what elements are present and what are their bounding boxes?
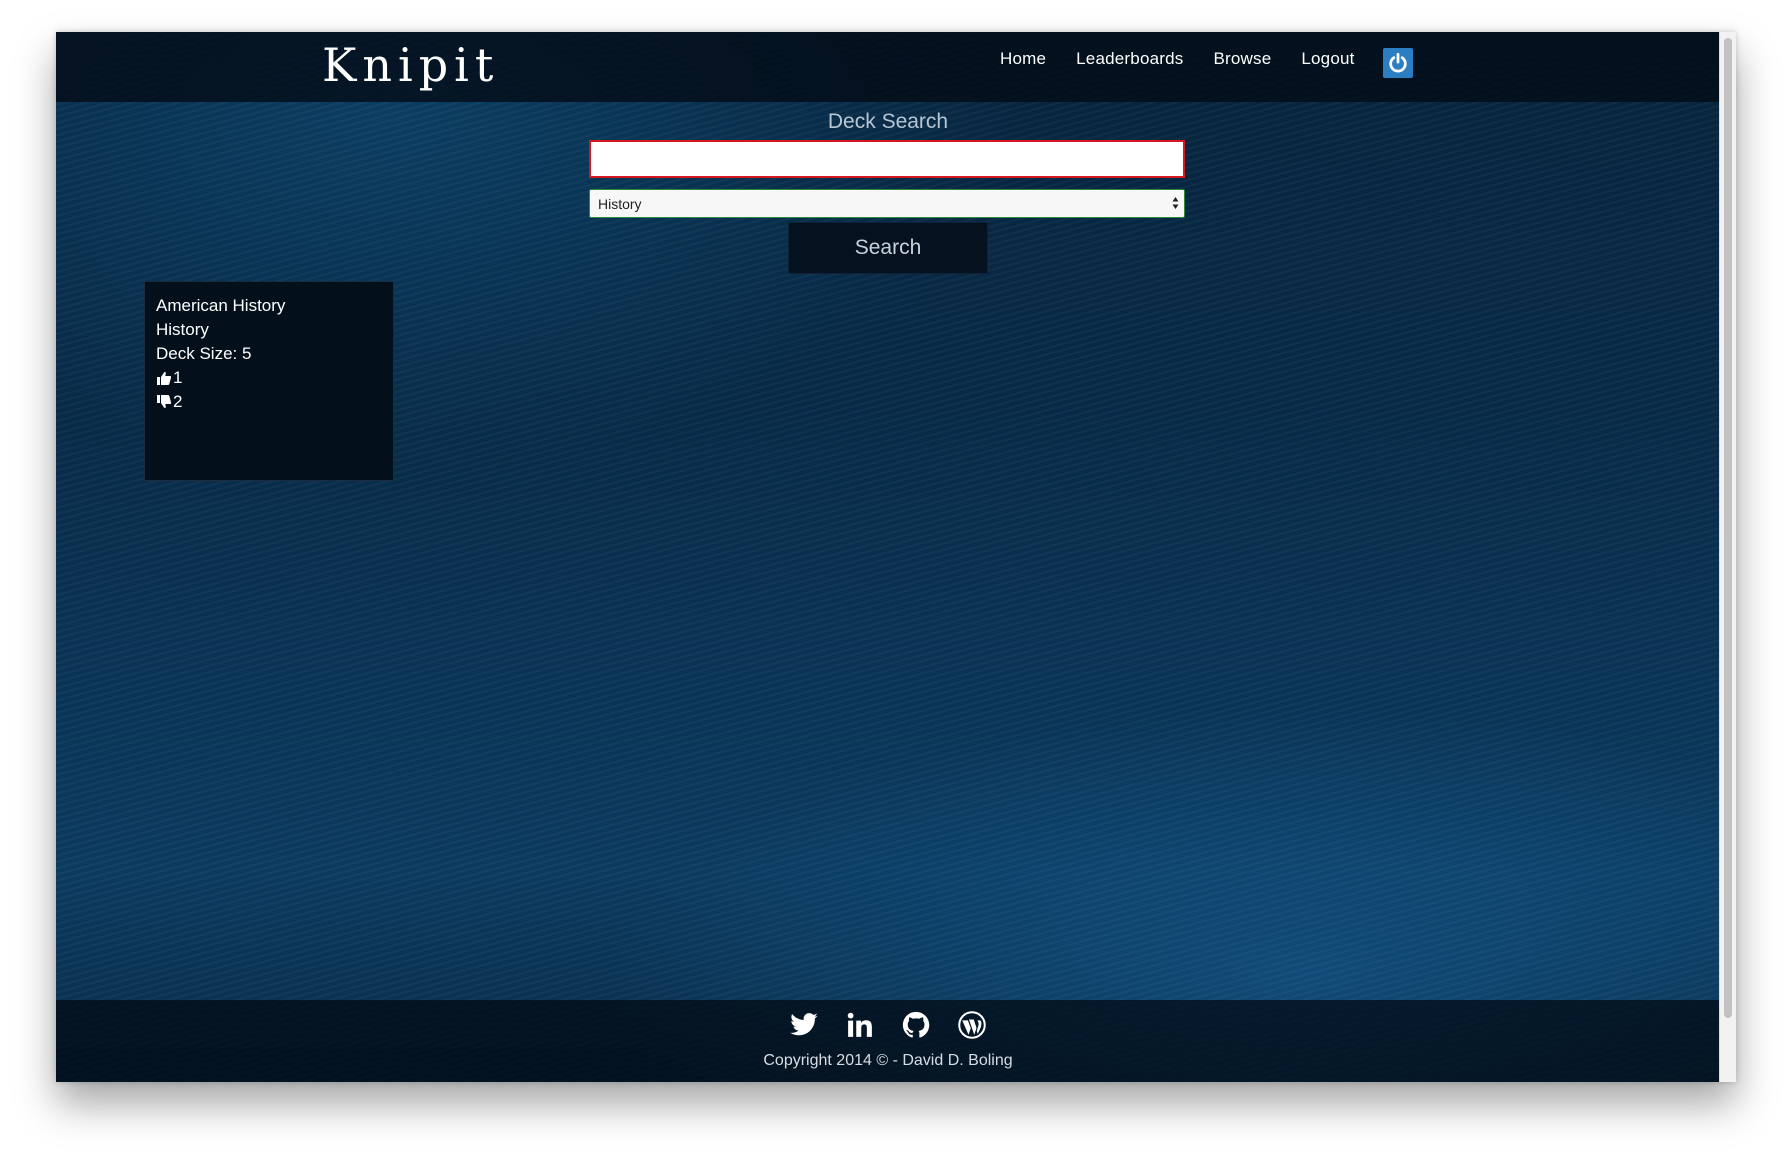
scrollbar-thumb[interactable]	[1724, 38, 1732, 1018]
linkedin-icon	[847, 1012, 872, 1037]
power-icon	[1389, 52, 1407, 73]
thumbs-up-icon	[157, 371, 172, 385]
deck-upvotes: 1	[156, 366, 382, 390]
social-links	[56, 1010, 1720, 1040]
nav-browse-link[interactable]: Browse	[1213, 49, 1271, 69]
deck-downvotes: 2	[156, 390, 382, 414]
category-select-value: History	[598, 196, 642, 212]
deck-search-title: Deck Search	[827, 110, 949, 133]
wordpress-icon	[958, 1011, 986, 1039]
category-select[interactable]: History	[589, 189, 1185, 218]
github-link[interactable]	[888, 1010, 944, 1040]
wordpress-link[interactable]	[944, 1010, 1000, 1040]
browser-window: Knipit Home Leaderboards Browse Logout D…	[56, 32, 1736, 1082]
twitter-icon	[790, 1013, 818, 1036]
thumbs-down-icon	[157, 395, 172, 409]
deck-category: History	[156, 320, 209, 339]
github-icon	[902, 1011, 930, 1038]
linkedin-link[interactable]	[832, 1010, 888, 1040]
deck-name: American History	[156, 296, 286, 315]
brand-logo[interactable]: Knipit	[322, 42, 499, 88]
deck-card[interactable]: American History History Deck Size: 5 1 …	[144, 281, 394, 481]
main-nav: Home Leaderboards Browse Logout	[1000, 49, 1385, 69]
page-footer: Copyright 2014 © - David D. Boling	[56, 1000, 1720, 1082]
nav-logout-link[interactable]: Logout	[1301, 49, 1354, 69]
nav-home-link[interactable]: Home	[1000, 49, 1046, 69]
twitter-link[interactable]	[776, 1010, 832, 1040]
deck-search-input[interactable]	[589, 140, 1185, 178]
power-button[interactable]	[1383, 48, 1413, 78]
nav-leaderboards-link[interactable]: Leaderboards	[1076, 49, 1183, 69]
copyright-text: Copyright 2014 © - David D. Boling	[763, 1052, 1013, 1069]
scrollbar-track[interactable]	[1719, 32, 1736, 1082]
deck-size: Deck Size: 5	[156, 344, 252, 363]
upvote-count: 1	[173, 368, 183, 387]
top-navbar: Knipit Home Leaderboards Browse Logout	[56, 32, 1720, 102]
downvote-count: 2	[173, 392, 183, 411]
select-arrows-icon	[1172, 197, 1179, 209]
search-button[interactable]: Search	[788, 222, 988, 274]
